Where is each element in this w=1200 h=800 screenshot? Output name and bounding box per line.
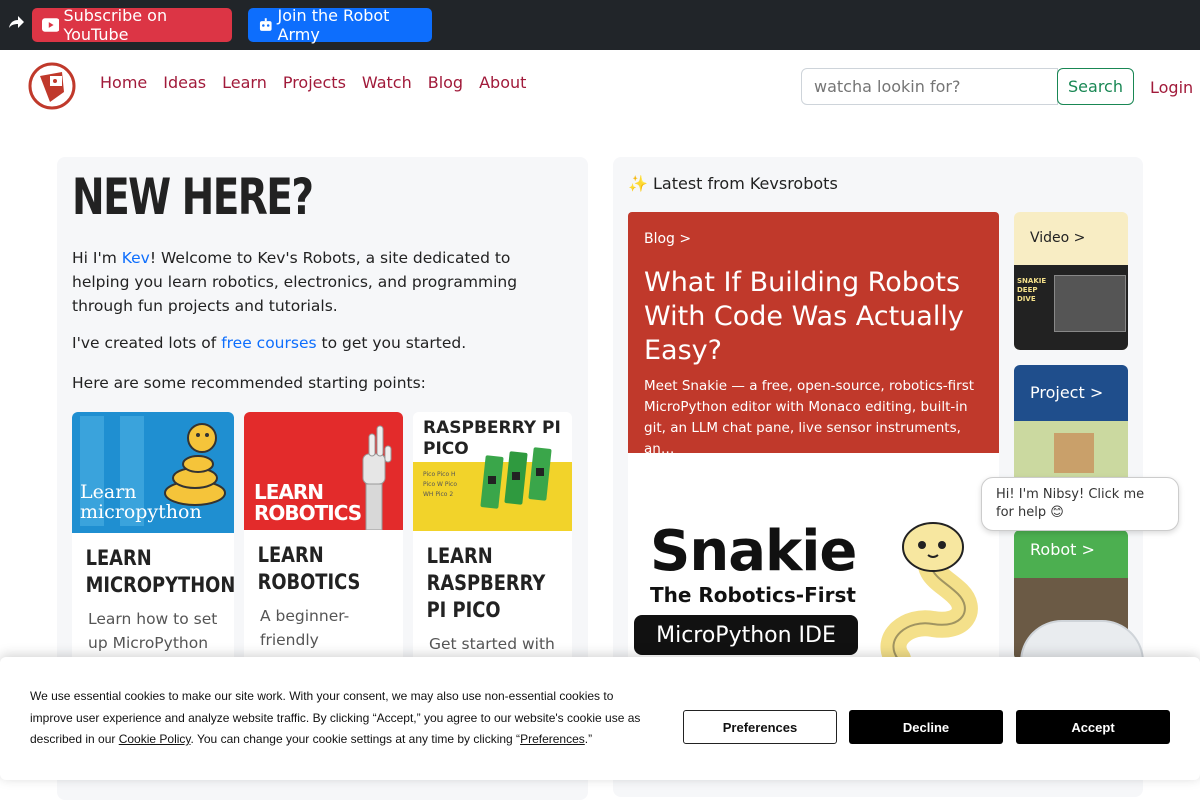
nav-home[interactable]: Home — [100, 73, 147, 92]
video-thumbnail: SNAKIE DEEP DIVE — [1014, 265, 1128, 350]
robotics-thumbnail: LEARN ROBOTICS — [244, 412, 403, 530]
nav-blog[interactable]: Blog — [428, 73, 463, 92]
blog-description: Meet Snakie — a free, open-source, robot… — [644, 378, 975, 457]
project-thumbnail — [1014, 421, 1128, 485]
cookie-decline-button[interactable]: Decline — [849, 710, 1003, 744]
share-icon[interactable] — [7, 13, 25, 31]
courses-post: to get you started. — [316, 334, 467, 352]
card-learn-raspberry-pi-pico[interactable]: RASPBERRY PI PICO Pico Pico H Pico W Pic… — [413, 412, 572, 672]
nibsy-chat-bubble[interactable]: Hi! I'm Nibsy! Click me for help 😊 — [981, 477, 1179, 531]
intro-greeting-pre: Hi I'm — [72, 249, 122, 267]
recommend-text: Here are some recommended starting point… — [72, 374, 426, 392]
cookie-text-part-2: . You can change your cookie settings at… — [190, 732, 521, 746]
card-description: Learn how to set up MicroPython — [88, 610, 218, 652]
login-link[interactable]: Login — [1150, 78, 1193, 97]
snakie-banner-image[interactable]: Snakie The Robotics-First MicroPython ID… — [628, 453, 999, 660]
card-title: LEARN MICROPYTHON — [85, 546, 234, 597]
pico-thumb-list: Pico Pico H Pico W Pico WH Pico 2 — [423, 471, 457, 498]
robotics-thumb-text: LEARN ROBOTICS — [254, 480, 362, 525]
blog-tag[interactable]: Blog > — [644, 231, 691, 247]
search-input[interactable] — [801, 68, 1058, 105]
nav-projects[interactable]: Projects — [283, 73, 346, 92]
cookie-preferences-link[interactable]: Preferences — [520, 732, 585, 746]
courses-pre: I've created lots of — [72, 334, 222, 352]
new-here-heading: NEW HERE? — [72, 168, 314, 226]
card-learn-micropython[interactable]: Learn micropython LEARN MICROPYTHON Lear… — [72, 412, 234, 672]
subscribe-youtube-button[interactable]: Subscribe on YouTube — [32, 6, 232, 44]
cookie-policy-link[interactable]: Cookie Policy — [119, 732, 191, 746]
project-tag[interactable]: Project > — [1014, 365, 1128, 420]
snakie-pill: MicroPython IDE — [634, 615, 858, 655]
robot-icon — [259, 18, 272, 31]
video-card[interactable]: Video > SNAKIE DEEP DIVE — [1014, 212, 1128, 350]
cookie-accept-button[interactable]: Accept — [1016, 710, 1170, 744]
nav-watch[interactable]: Watch — [362, 73, 412, 92]
card-title: LEARN ROBOTICS — [257, 543, 361, 594]
featured-blog-card[interactable]: Blog > What If Building Robots With Code… — [628, 212, 999, 457]
nav-about[interactable]: About — [479, 73, 526, 92]
project-card[interactable]: Project > — [1014, 365, 1128, 485]
robot-tag[interactable]: Robot > — [1014, 530, 1128, 577]
subscribe-youtube-label: Subscribe on YouTube — [63, 6, 168, 44]
snakie-subtitle: The Robotics-First — [650, 583, 856, 607]
youtube-icon — [42, 18, 60, 32]
nav-learn[interactable]: Learn — [222, 73, 267, 92]
micropython-thumb-text: Learn micropython — [80, 481, 202, 523]
free-courses-link[interactable]: free courses — [221, 334, 316, 352]
snakie-mascot-icon — [880, 522, 978, 660]
intro-paragraph: Hi I'm Kev! Welcome to Kev's Robots, a s… — [72, 246, 572, 318]
join-robot-army-button[interactable]: Join the Robot Army — [248, 6, 432, 44]
card-description: Get started with — [429, 635, 555, 653]
kev-link[interactable]: Kev — [122, 249, 150, 267]
blog-title[interactable]: What If Building Robots With Code Was Ac… — [644, 266, 984, 368]
latest-heading: ✨ Latest from Kevsrobots — [628, 174, 838, 193]
card-title: LEARN RASPBERRY PI PICO — [426, 544, 546, 622]
top-bar: Subscribe on YouTube Join the Robot Army — [0, 0, 1200, 50]
cookie-text-part-3: .” — [584, 732, 593, 746]
pico-boards-icon — [480, 447, 552, 509]
site-logo[interactable] — [28, 62, 76, 110]
video-thumb-text: SNAKIE DEEP DIVE — [1017, 277, 1047, 303]
search-button[interactable]: Search — [1057, 68, 1134, 105]
join-robot-army-label: Join the Robot Army — [277, 6, 390, 44]
cookie-preferences-button[interactable]: Preferences — [683, 710, 837, 744]
card-learn-robotics[interactable]: LEARN ROBOTICS LEARN ROBOTICS A beginner… — [244, 412, 403, 672]
nav-ideas[interactable]: Ideas — [163, 73, 206, 92]
video-tag[interactable]: Video > — [1014, 212, 1128, 264]
courses-paragraph: I've created lots of free courses to get… — [72, 334, 466, 352]
cookie-text: We use essential cookies to make our sit… — [30, 686, 650, 751]
main-nav: Home Ideas Learn Projects Watch Blog Abo… — [100, 73, 526, 92]
micropython-thumbnail: Learn micropython — [72, 412, 234, 533]
snakie-title: Snakie — [650, 519, 857, 584]
pico-thumbnail: RASPBERRY PI PICO Pico Pico H Pico W Pic… — [413, 412, 572, 531]
